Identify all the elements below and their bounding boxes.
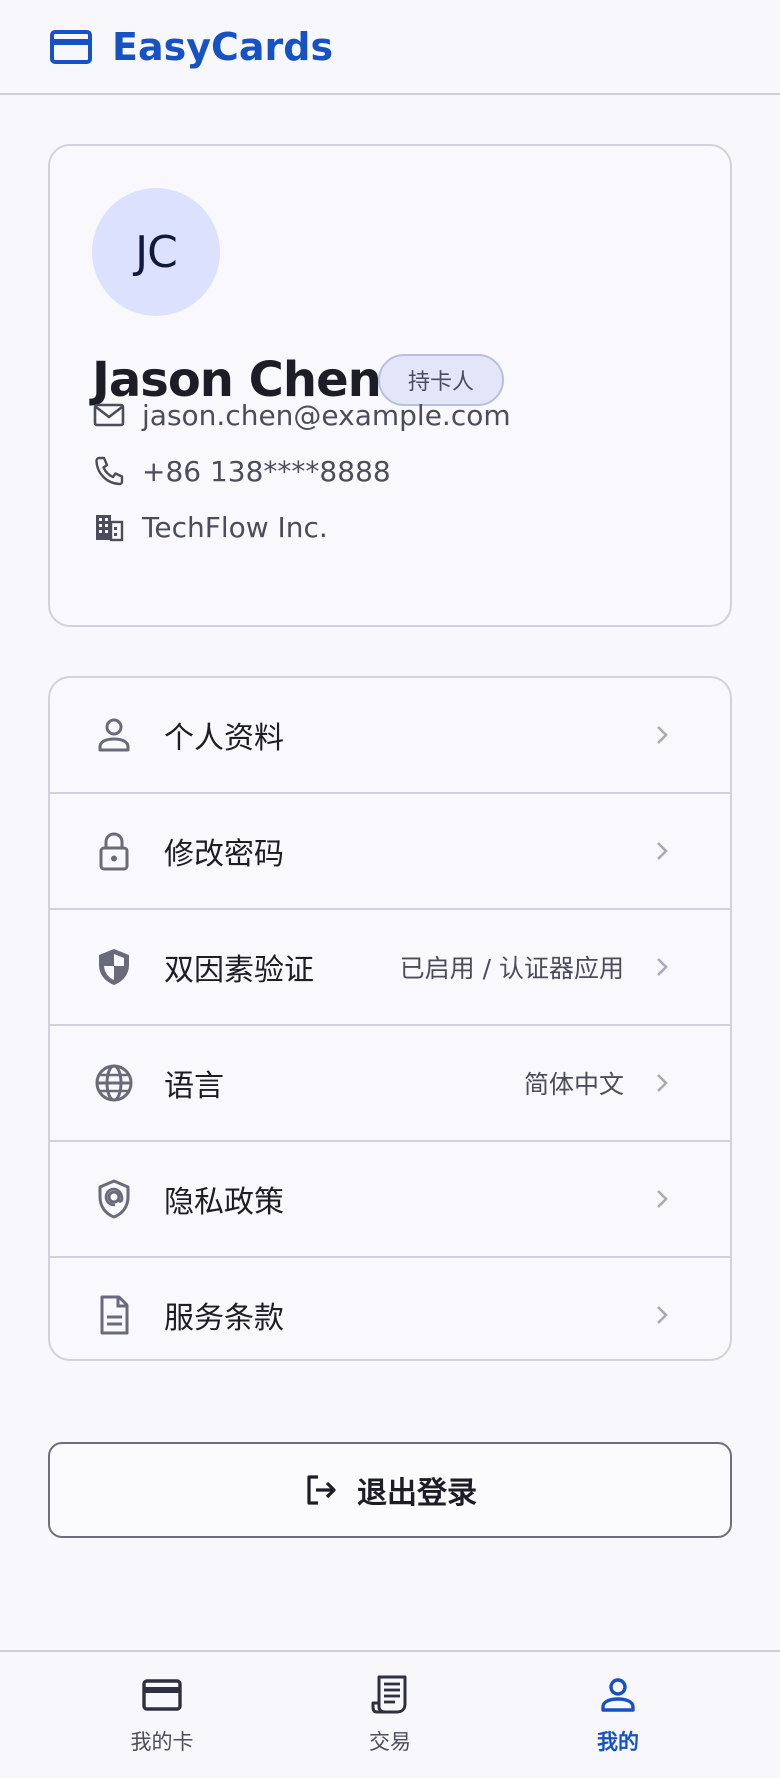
menu-item-language[interactable]: 语言 简体中文: [50, 1026, 730, 1140]
chevron-right-icon: [657, 1306, 668, 1324]
company-row: TechFlow Inc.: [92, 507, 328, 547]
nav-item-my-cards[interactable]: 我的卡: [62, 1652, 262, 1778]
lock-icon: [99, 832, 129, 871]
profile-page: EasyCards JC Jason Chen 持卡人 jason.chen@e…: [0, 0, 780, 1778]
building-icon: [96, 515, 124, 542]
profile-card: JC Jason Chen 持卡人 jason.chen@example.com…: [48, 144, 732, 627]
menu-value: 简体中文: [523, 1070, 624, 1099]
menu-value: 已启用 / 认证器应用: [399, 954, 624, 983]
user-icon: [98, 718, 130, 752]
logout-label: 退出登录: [357, 1476, 477, 1511]
settings-menu: 个人资料 修改密码 双因素验证 已启用 / 认证器应用 语言 简体中文 隐私政策…: [48, 676, 732, 1361]
nav-label: 交易: [369, 1730, 411, 1754]
document-icon: [100, 1295, 129, 1335]
avatar: JC: [92, 188, 220, 316]
globe-icon: [95, 1064, 133, 1102]
chevron-right-icon: [657, 1190, 668, 1208]
phone-row: +86 138****8888: [92, 451, 391, 491]
credit-card-icon: [50, 29, 92, 64]
menu-item-profile[interactable]: 个人资料: [50, 678, 730, 792]
menu-label: 修改密码: [164, 837, 284, 872]
menu-item-two-factor[interactable]: 双因素验证 已启用 / 认证器应用: [50, 910, 730, 1024]
phone-text: +86 138****8888: [142, 454, 391, 488]
person-icon: [601, 1678, 635, 1712]
chevron-right-icon: [657, 1074, 668, 1092]
nav-label: 我的: [597, 1730, 639, 1754]
nav-item-transactions[interactable]: 交易: [290, 1652, 490, 1778]
shield-icon: [99, 949, 129, 985]
card-icon: [142, 1679, 182, 1711]
menu-item-terms-of-service[interactable]: 服务条款: [50, 1258, 730, 1359]
menu-label: 语言: [164, 1069, 224, 1104]
receipt-icon: [371, 1675, 407, 1714]
privacy-shield-icon: [98, 1179, 130, 1219]
phone-icon: [95, 456, 124, 486]
menu-label: 个人资料: [164, 721, 284, 756]
logout-button[interactable]: 退出登录: [48, 1442, 732, 1538]
nav-label: 我的卡: [130, 1730, 194, 1754]
menu-label: 服务条款: [164, 1301, 284, 1336]
menu-label: 隐私政策: [164, 1185, 284, 1220]
mail-icon: [93, 403, 125, 427]
menu-item-privacy-policy[interactable]: 隐私政策: [50, 1142, 730, 1256]
chevron-right-icon: [657, 958, 668, 976]
chevron-right-icon: [657, 726, 668, 744]
menu-item-change-password[interactable]: 修改密码: [50, 794, 730, 908]
app-header: EasyCards: [0, 0, 780, 95]
menu-label: 双因素验证: [164, 953, 314, 988]
bottom-nav: 我的卡 交易 我的: [0, 1650, 780, 1778]
company-text: TechFlow Inc.: [142, 510, 328, 544]
chevron-right-icon: [657, 842, 668, 860]
brand-name: EasyCards: [112, 24, 334, 69]
email-text: jason.chen@example.com: [142, 398, 511, 432]
email-row: jason.chen@example.com: [92, 395, 511, 435]
logout-icon: [307, 1475, 336, 1505]
nav-item-me[interactable]: 我的: [518, 1652, 718, 1778]
